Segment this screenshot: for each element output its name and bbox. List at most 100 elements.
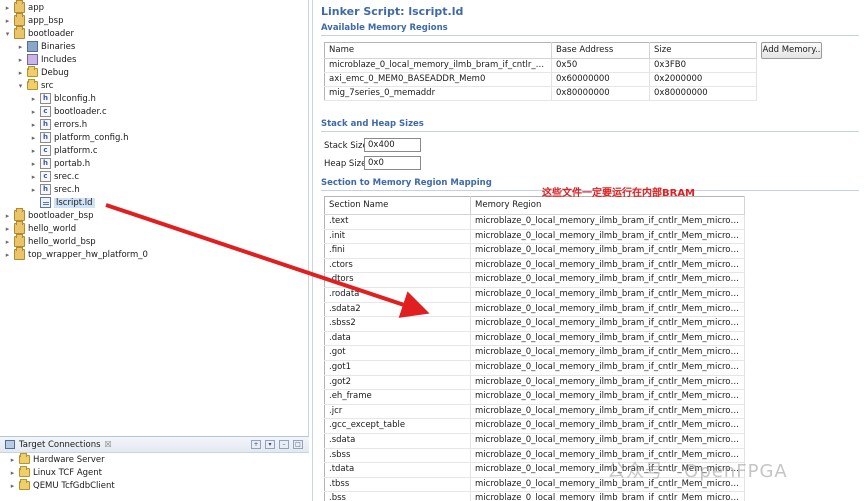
expand-icon[interactable]: ▸ — [16, 40, 25, 53]
memory-region-cell[interactable]: microblaze_0_local_memory_ilmb_bram_if_c… — [470, 375, 745, 391]
tree-item[interactable]: ▸ h errors.h — [29, 118, 87, 131]
expand-icon[interactable]: ▸ — [29, 131, 38, 144]
expand-icon[interactable]: ▸ — [3, 209, 12, 222]
tree-item[interactable]: ▸ hello_world — [3, 221, 76, 235]
table-row[interactable]: .sdata2 microblaze_0_local_memory_ilmb_br… — [324, 302, 745, 318]
view-menu-icon[interactable]: ▾ — [265, 440, 275, 449]
expand-icon[interactable]: ▸ — [8, 479, 17, 492]
tree-item[interactable]: ▸ Debug — [16, 66, 69, 79]
expand-icon[interactable]: ▸ — [8, 466, 17, 479]
memory-region-cell[interactable]: microblaze_0_local_memory_ilmb_bram_if_c… — [470, 214, 745, 230]
target-connection-item[interactable]: ▸ QEMU TcfGdbClient — [0, 479, 309, 492]
column-header[interactable]: Base Address — [551, 42, 650, 59]
memory-region-cell[interactable]: microblaze_0_local_memory_ilmb_bram_if_c… — [470, 258, 745, 274]
table-row[interactable]: .bss microblaze_0_local_memory_ilmb_bram_… — [324, 491, 745, 501]
stack-heap-section-title: Stack and Heap Sizes — [321, 119, 424, 129]
expand-icon[interactable]: ▸ — [29, 118, 38, 131]
project-icon — [14, 247, 25, 260]
stack-size-input[interactable] — [364, 138, 421, 152]
tree-item[interactable]: ▸ app — [3, 0, 44, 14]
target-connection-item[interactable]: ▸ Linux TCF Agent — [0, 466, 309, 479]
expand-icon[interactable]: ▸ — [29, 92, 38, 105]
expand-icon[interactable]: ▸ — [3, 1, 12, 14]
memory-region-cell[interactable]: microblaze_0_local_memory_ilmb_bram_if_c… — [470, 433, 745, 449]
memory-region-cell[interactable]: microblaze_0_local_memory_ilmb_bram_if_c… — [470, 243, 745, 259]
memory-region-cell[interactable]: microblaze_0_local_memory_ilmb_bram_if_c… — [470, 418, 745, 434]
table-row[interactable]: .got microblaze_0_local_memory_ilmb_bram_… — [324, 345, 745, 361]
memory-region-cell[interactable]: microblaze_0_local_memory_ilmb_bram_if_c… — [470, 491, 745, 501]
table-row[interactable]: .eh_frame microblaze_0_local_memory_ilmb_… — [324, 389, 745, 405]
table-row[interactable]: .got2 microblaze_0_local_memory_ilmb_bram… — [324, 375, 745, 391]
tree-item[interactable]: ▾ bootloader — [3, 26, 74, 40]
expand-icon[interactable]: ▸ — [16, 66, 25, 79]
expand-icon[interactable]: ▸ — [8, 453, 17, 466]
column-header[interactable]: Section Name — [324, 196, 471, 215]
memory-region-cell[interactable]: microblaze_0_local_memory_ilmb_bram_if_c… — [470, 229, 745, 245]
tree-item[interactable]: ▸ h blconfig.h — [29, 92, 96, 105]
tree-item[interactable]: ▸ h platform_config.h — [29, 131, 128, 144]
memory-region-cell[interactable]: microblaze_0_local_memory_ilmb_bram_if_c… — [470, 404, 745, 420]
table-row[interactable]: .sbss2 microblaze_0_local_memory_ilmb_bra… — [324, 316, 745, 332]
expand-icon[interactable]: ▸ — [29, 105, 38, 118]
close-view-icon[interactable]: ☒ — [105, 440, 112, 449]
expand-icon[interactable]: ▸ — [29, 170, 38, 183]
new-connection-icon[interactable]: + — [251, 440, 261, 449]
table-row[interactable]: .jcr microblaze_0_local_memory_ilmb_bram_… — [324, 404, 745, 420]
minimize-icon[interactable]: – — [279, 440, 289, 449]
table-row[interactable]: .ctors microblaze_0_local_memory_ilmb_bra… — [324, 258, 745, 274]
tree-item[interactable]: ▸ c srec.c — [29, 170, 79, 183]
tree-item[interactable]: ▸ c platform.c — [29, 144, 98, 157]
table-row[interactable]: .rodata microblaze_0_local_memory_ilmb_br… — [324, 287, 745, 303]
table-row[interactable]: .init microblaze_0_local_memory_ilmb_bram… — [324, 229, 745, 245]
tree-item[interactable]: ▾ src — [16, 79, 53, 92]
expand-icon[interactable] — [29, 196, 38, 209]
tree-item[interactable]: ▸ Includes — [16, 53, 76, 66]
expand-icon[interactable]: ▸ — [3, 235, 12, 248]
collapse-icon[interactable]: ▾ — [3, 27, 12, 40]
memory-region-cell[interactable]: microblaze_0_local_memory_ilmb_bram_if_c… — [470, 316, 745, 332]
tree-item[interactable]: ▸ top_wrapper_hw_platform_0 — [3, 247, 148, 261]
memory-region-cell[interactable]: microblaze_0_local_memory_ilmb_bram_if_c… — [470, 389, 745, 405]
memory-region-cell[interactable]: microblaze_0_local_memory_ilmb_bram_if_c… — [470, 302, 745, 318]
expand-icon[interactable]: ▸ — [29, 157, 38, 170]
memory-region-cell[interactable]: microblaze_0_local_memory_ilmb_bram_if_c… — [470, 287, 745, 303]
expand-icon[interactable]: ▸ — [3, 222, 12, 235]
tree-item[interactable]: ▸ h portab.h — [29, 157, 90, 170]
memory-region-cell[interactable]: microblaze_0_local_memory_ilmb_bram_if_c… — [470, 272, 745, 288]
maximize-icon[interactable]: □ — [293, 440, 303, 449]
table-row[interactable]: .gcc_except_table microblaze_0_local_memo… — [324, 418, 745, 434]
target-connection-item[interactable]: ▸ Hardware Server — [0, 453, 309, 466]
table-cell: 0x80000000 — [551, 86, 650, 101]
table-row[interactable]: mig_7series_0_memaddr 0x80000000 0x8000000… — [324, 86, 757, 101]
folder-icon — [19, 453, 30, 464]
memory-region-cell[interactable]: microblaze_0_local_memory_ilmb_bram_if_c… — [470, 331, 745, 347]
collapse-icon[interactable]: ▾ — [16, 79, 25, 92]
tree-item[interactable]: ▸ h srec.h — [29, 183, 80, 196]
tree-item[interactable]: lscript.ld — [29, 196, 95, 209]
includes-icon — [27, 54, 38, 65]
table-row[interactable]: .text microblaze_0_local_memory_ilmb_bram… — [324, 214, 745, 230]
table-row[interactable]: microblaze_0_local_memory_ilmb_bram_if_c… — [324, 58, 757, 73]
memory-region-cell[interactable]: microblaze_0_local_memory_ilmb_bram_if_c… — [470, 360, 745, 376]
expand-icon[interactable]: ▸ — [29, 144, 38, 157]
expand-icon[interactable]: ▸ — [29, 183, 38, 196]
table-row[interactable]: .fini microblaze_0_local_memory_ilmb_bram… — [324, 243, 745, 259]
table-row[interactable]: .sdata microblaze_0_local_memory_ilmb_bra… — [324, 433, 745, 449]
add-memory-button[interactable]: Add Memory.. — [761, 42, 822, 59]
memory-region-cell[interactable]: microblaze_0_local_memory_ilmb_bram_if_c… — [470, 345, 745, 361]
tree-item[interactable]: ▸ app_bsp — [3, 13, 63, 27]
target-connection-label: Hardware Server — [33, 454, 105, 465]
expand-icon[interactable]: ▸ — [3, 248, 12, 261]
expand-icon[interactable]: ▸ — [3, 14, 12, 27]
table-row[interactable]: .data microblaze_0_local_memory_ilmb_bram… — [324, 331, 745, 347]
tree-item[interactable]: ▸ Binaries — [16, 40, 75, 53]
heap-size-input[interactable] — [364, 156, 421, 170]
expand-icon[interactable]: ▸ — [16, 53, 25, 66]
table-row[interactable]: .dtors microblaze_0_local_memory_ilmb_bra… — [324, 272, 745, 288]
tree-item[interactable]: ▸ c bootloader.c — [29, 105, 107, 118]
column-header[interactable]: Size — [649, 42, 757, 59]
table-row[interactable]: .got1 microblaze_0_local_memory_ilmb_bram… — [324, 360, 745, 376]
column-header[interactable]: Memory Region — [470, 196, 745, 215]
table-row[interactable]: axi_emc_0_MEM0_BASEADDR_Mem0 0x60000000 0x… — [324, 72, 757, 87]
column-header[interactable]: Name — [324, 42, 552, 59]
